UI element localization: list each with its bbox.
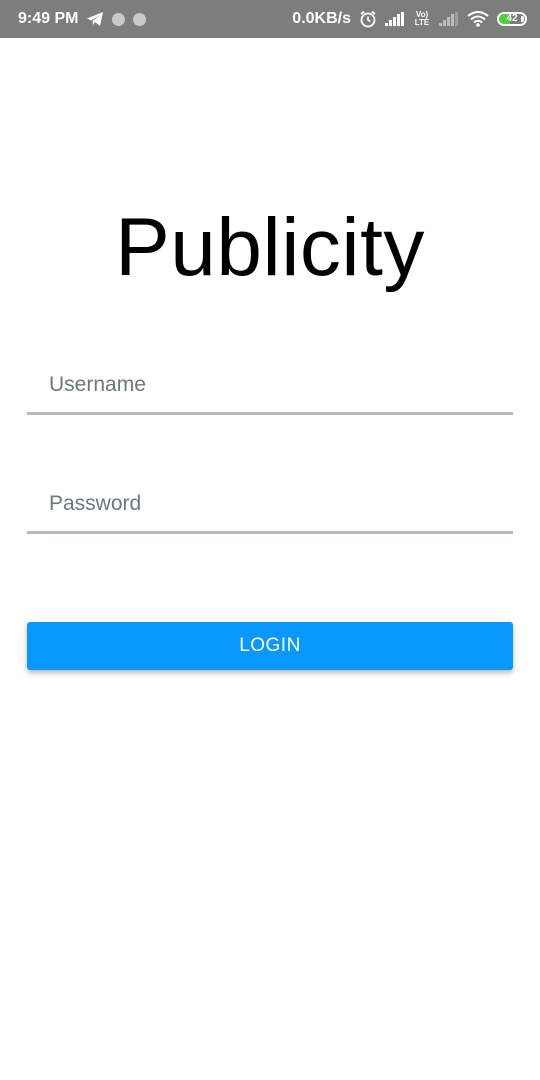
- username-input[interactable]: [27, 357, 513, 415]
- status-bar-right: 0.0KB/s Vo) LTE 42: [292, 10, 527, 28]
- status-bar-left: 9:49 PM: [18, 10, 147, 28]
- alarm-icon: [359, 10, 377, 28]
- signal-weak-icon: [439, 12, 459, 26]
- battery-level: 42: [506, 13, 518, 24]
- network-speed: 0.0KB/s: [292, 10, 351, 27]
- app-title: Publicity: [115, 202, 425, 293]
- wifi-icon: [467, 11, 489, 27]
- login-screen: 9:49 PM 0.0KB/s Vo) LTE 42 Publicity Use…: [0, 0, 540, 1080]
- status-bar: 9:49 PM 0.0KB/s Vo) LTE 42: [0, 0, 540, 38]
- notification-dot-icon: [133, 12, 147, 26]
- password-input[interactable]: [27, 476, 513, 534]
- volte-bottom-label: LTE: [414, 18, 430, 27]
- telegram-icon: [86, 11, 104, 27]
- login-button[interactable]: LOGIN: [27, 622, 513, 670]
- battery-icon: 42: [497, 12, 527, 26]
- notification-dot-icon: [112, 12, 126, 26]
- volte-icon: Vo) LTE: [413, 11, 431, 27]
- status-time: 9:49 PM: [18, 10, 79, 27]
- signal-icon: [385, 12, 405, 26]
